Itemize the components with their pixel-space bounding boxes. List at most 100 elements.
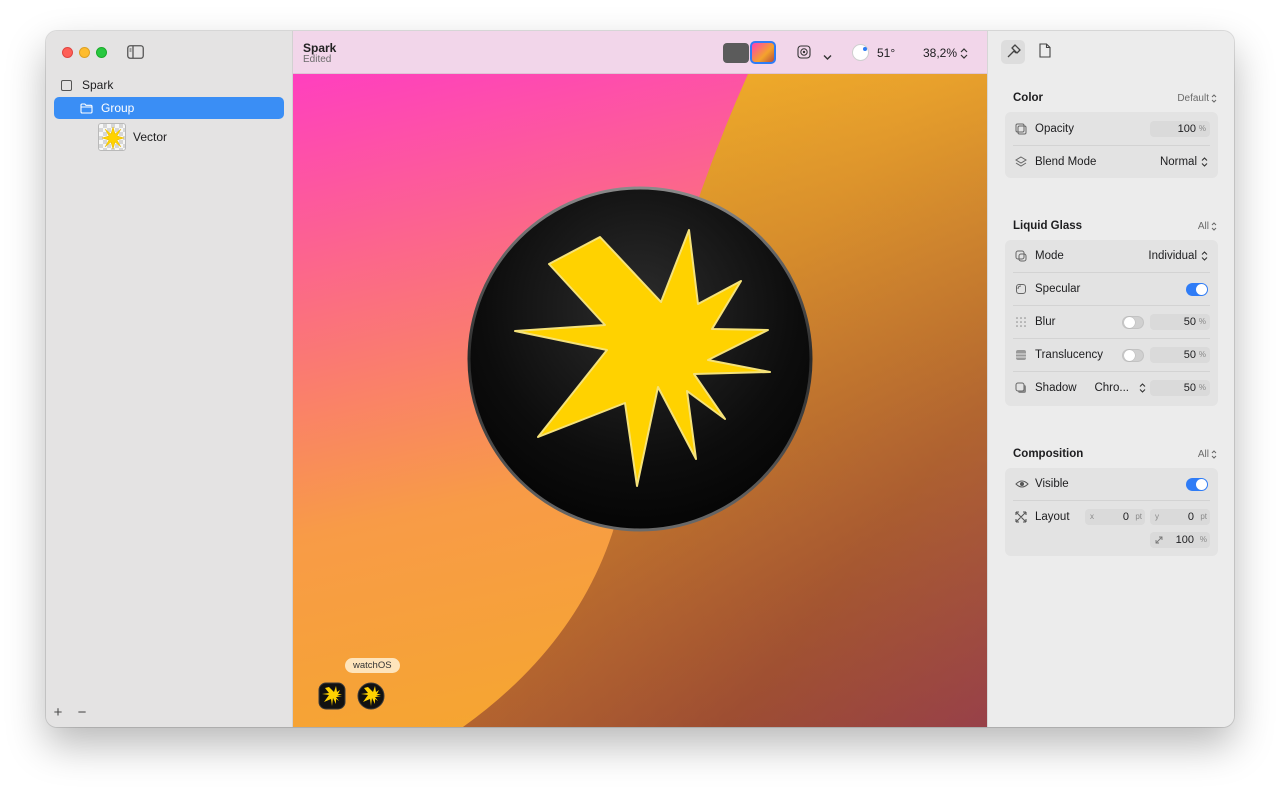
minimize-window-button[interactable] xyxy=(79,47,90,58)
visible-toggle[interactable] xyxy=(1186,477,1208,491)
composition-section-title: Composition xyxy=(1013,448,1084,460)
sidebar: Spark Group Vector + − xyxy=(46,31,293,727)
percent-unit: % xyxy=(1198,317,1206,326)
mode-popup[interactable]: Individual xyxy=(1148,250,1208,262)
sidebar-item-vector[interactable]: Vector xyxy=(54,123,284,151)
composition-scope-value: All xyxy=(1197,449,1209,460)
blur-row: Blur 50% xyxy=(1005,311,1218,333)
platform-label: watchOS xyxy=(345,658,400,673)
editor-area: Spark Edited 51° 38,2% watchOS xyxy=(293,31,987,727)
document-icon xyxy=(1039,43,1051,58)
layout-x-field[interactable]: x 0 pt xyxy=(1085,509,1145,525)
document-tab[interactable] xyxy=(1039,43,1051,63)
blur-label: Blur xyxy=(1035,316,1056,328)
scale-value: 100 xyxy=(1175,534,1194,546)
stepper-icon xyxy=(1211,222,1217,231)
angle-dial-icon[interactable] xyxy=(852,44,869,61)
sidebar-item-spark[interactable]: Spark xyxy=(54,74,284,96)
color-section-title: Color xyxy=(1013,92,1044,104)
layout-scale-field[interactable]: 100 % xyxy=(1150,532,1210,548)
canvas[interactable]: watchOS xyxy=(293,74,987,727)
translucency-toggle[interactable] xyxy=(1122,348,1144,362)
divider xyxy=(1013,305,1210,306)
sidebar-item-group[interactable]: Group xyxy=(54,97,284,119)
hammer-brush-icon xyxy=(1007,44,1021,58)
sidebar-item-label: Vector xyxy=(133,130,168,144)
dark-appearance-swatch[interactable] xyxy=(723,43,749,63)
translucency-field[interactable]: 50% xyxy=(1150,347,1210,363)
liquid-glass-group: Mode Individual Specular Blur 50% Transl… xyxy=(1005,240,1218,406)
divider xyxy=(1013,500,1210,501)
liquid-glass-scope-value: All xyxy=(1197,221,1209,232)
shadow-type-value: Chro... xyxy=(1094,382,1129,394)
chevron-down-icon[interactable] xyxy=(823,48,832,66)
liquid-glass-section-title: Liquid Glass xyxy=(1013,220,1083,232)
sidebar-item-label: Group xyxy=(101,101,135,115)
mode-icon xyxy=(1015,250,1027,262)
add-layer-button[interactable]: + xyxy=(52,704,64,721)
document-title: Spark xyxy=(303,41,337,55)
shadow-field[interactable]: 50% xyxy=(1150,380,1210,396)
stepper-icon xyxy=(1201,157,1208,167)
appearance-tab[interactable] xyxy=(1001,40,1025,64)
square-icon xyxy=(61,79,72,91)
x-value: 0 xyxy=(1122,511,1129,523)
blur-toggle[interactable] xyxy=(1122,315,1144,329)
shadow-icon xyxy=(1015,382,1026,393)
y-axis-label: y xyxy=(1155,512,1159,521)
blur-value: 50 xyxy=(1183,316,1196,328)
translucency-value: 50 xyxy=(1183,349,1196,361)
pt-unit: pt xyxy=(1135,512,1142,521)
specular-toggle[interactable] xyxy=(1186,282,1208,296)
layout-y-field[interactable]: y 0 pt xyxy=(1150,509,1210,525)
specular-row: Specular xyxy=(1005,278,1218,300)
blend-mode-popup[interactable]: Normal xyxy=(1160,156,1208,168)
light-source-icon[interactable] xyxy=(797,45,811,64)
color-appearance-swatch[interactable] xyxy=(750,41,776,64)
translucency-row: Translucency 50% xyxy=(1005,344,1218,366)
watch-preview-square-icon[interactable] xyxy=(318,682,346,710)
blur-icon xyxy=(1016,317,1026,327)
toolbar: Spark Edited 51° 38,2% xyxy=(293,31,987,74)
visible-row: Visible xyxy=(1005,473,1218,495)
eye-icon xyxy=(1015,480,1029,488)
scale-row: 100 % xyxy=(1005,529,1218,551)
divider xyxy=(1013,338,1210,339)
composition-scope-popup[interactable]: All xyxy=(1198,449,1217,460)
light-angle-control[interactable]: 51° xyxy=(852,44,895,61)
translucency-icon xyxy=(1016,350,1026,360)
visible-label: Visible xyxy=(1035,478,1069,490)
light-angle-value: 51° xyxy=(877,45,896,60)
divider xyxy=(1013,371,1210,372)
shadow-type-popup[interactable]: Chro... xyxy=(1094,382,1146,394)
shadow-row: Shadow Chro... 50% xyxy=(1005,377,1218,399)
zoom-control[interactable]: 38,2% xyxy=(923,46,968,60)
blend-mode-row: Blend Mode Normal xyxy=(1005,151,1218,173)
sidebar-footer: + − xyxy=(52,704,88,721)
blur-field[interactable]: 50% xyxy=(1150,314,1210,330)
app-icon-preview[interactable] xyxy=(465,184,815,534)
color-preset-value: Default xyxy=(1177,93,1209,104)
mode-value: Individual xyxy=(1148,250,1197,262)
zoom-window-button[interactable] xyxy=(96,47,107,58)
vector-thumbnail xyxy=(98,123,126,151)
opacity-row: Opacity 100% xyxy=(1005,118,1218,140)
stepper-icon xyxy=(1201,251,1208,261)
layout-label: Layout xyxy=(1035,511,1070,523)
close-window-button[interactable] xyxy=(62,47,73,58)
percent-unit: % xyxy=(1198,124,1206,133)
stepper-icon xyxy=(960,47,968,59)
opacity-field[interactable]: 100% xyxy=(1150,121,1210,137)
watch-preview-circle-icon[interactable] xyxy=(357,682,385,710)
color-preset-popup[interactable]: Default xyxy=(1177,93,1217,104)
liquid-glass-scope-popup[interactable]: All xyxy=(1198,221,1217,232)
opacity-icon xyxy=(1015,123,1027,135)
opacity-label: Opacity xyxy=(1035,123,1074,135)
scale-icon xyxy=(1155,536,1163,544)
sidebar-toggle-icon[interactable] xyxy=(127,45,144,59)
remove-layer-button[interactable]: − xyxy=(76,704,88,721)
stepper-icon xyxy=(1211,450,1217,459)
layers-icon xyxy=(1015,156,1027,167)
color-group: Opacity 100% Blend Mode Normal xyxy=(1005,112,1218,178)
divider xyxy=(1013,145,1210,146)
